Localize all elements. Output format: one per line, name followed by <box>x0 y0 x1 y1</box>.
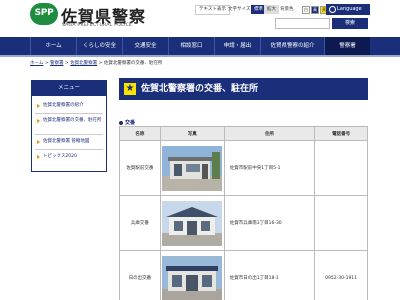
station-photo <box>162 145 223 191</box>
breadcrumb-current: 佐賀北警察署の交番、駐在所 <box>103 61 163 66</box>
table-row: 日の出交番 佐賀市日の出1丁目18-1 0952-30-1911 <box>119 250 368 300</box>
column-header-phone: 電話番号 <box>314 126 368 141</box>
site-header: SPP 佐賀県警察 SAGA PREFECTURAL POLICE テキスト表示… <box>0 0 400 36</box>
star-icon: ★ <box>124 83 136 95</box>
koban-table: 名称 写真 住所 電話番号 佐賀駅前交番 佐賀市駅前中央1丁目5-1 兵庫交番 … <box>119 126 368 300</box>
sidebar-divider <box>35 134 103 135</box>
section-heading: 交番 <box>119 119 135 126</box>
column-header-address: 住所 <box>223 126 316 141</box>
sidebar-menu: メニュー 佐賀北警察署の紹介 佐賀北警察署の交番、駐在所 佐賀北警察署 管轄地図… <box>31 80 107 172</box>
sidebar-item-label: 佐賀北警察署の紹介 <box>43 103 84 108</box>
nav-underline <box>0 55 400 57</box>
station-phone <box>314 195 368 251</box>
nav-item-home[interactable]: ホーム <box>30 37 76 55</box>
table-header-row: 名称 写真 住所 電話番号 <box>119 126 368 141</box>
column-header-name: 名称 <box>119 126 161 141</box>
table-row: 佐賀駅前交番 佐賀市駅前中央1丁目5-1 <box>119 140 368 196</box>
page-title-banner: ★ 佐賀北警察署の交番、駐在所 <box>119 78 368 100</box>
logo-text: SPP <box>34 8 54 18</box>
breadcrumb-home[interactable]: ホーム <box>30 61 43 66</box>
text-mode-link[interactable]: テキスト表示 <box>195 5 230 15</box>
station-name: 兵庫交番 <box>119 195 161 251</box>
arrow-icon <box>37 119 40 123</box>
site-subtitle: SAGA PREFECTURAL POLICE <box>62 23 133 28</box>
search-input[interactable] <box>275 18 330 29</box>
station-photo-cell <box>159 250 225 300</box>
station-photo <box>162 200 223 246</box>
font-size-large-button[interactable]: 拡大 <box>264 5 279 14</box>
station-phone: 0952-30-1911 <box>314 250 368 300</box>
page-title: 佐賀北警察署の交番、駐在所 <box>141 84 259 94</box>
breadcrumb-separator: > <box>98 61 103 66</box>
column-header-photo: 写真 <box>159 126 225 141</box>
nav-item-traffic[interactable]: 交通安全 <box>122 37 168 55</box>
bg-color-label: 背景色 <box>280 7 294 12</box>
sidebar-item-label: 佐賀北警察署の交番、駐在所 <box>43 118 102 123</box>
breadcrumb-separator: > <box>64 61 69 66</box>
station-address: 佐賀市日の出1丁目18-1 <box>223 250 316 300</box>
nav-item-about[interactable]: 佐賀県警察の紹介 <box>260 37 324 55</box>
globe-icon <box>329 6 336 13</box>
station-address: 佐賀市兵庫南3丁目16-30 <box>223 195 316 251</box>
global-nav: ホーム くらしの安全 交通安全 相談窓口 申請・届出 佐賀県警察の紹介 警察署 <box>0 37 400 55</box>
sidebar-item-kobans[interactable]: 佐賀北警察署の交番、駐在所 <box>35 118 103 124</box>
station-photo <box>162 255 223 300</box>
nav-item-safety[interactable]: くらしの安全 <box>76 37 122 55</box>
sidebar-item-jurisdiction-map[interactable]: 佐賀北警察署 管轄地図 <box>35 139 103 145</box>
breadcrumb-saga-north[interactable]: 佐賀北警察署 <box>70 61 97 66</box>
breadcrumb: ホーム > 警察署 > 佐賀北警察署 > 佐賀北警察署の交番、駐在所 <box>30 60 162 66</box>
font-size-label: 文字サイズ <box>228 7 251 12</box>
station-address: 佐賀市駅前中央1丁目5-1 <box>223 140 316 196</box>
sidebar-title: メニュー <box>32 81 106 96</box>
station-phone <box>314 140 368 196</box>
language-label: Language <box>337 6 362 12</box>
sidebar-item-label: トピックス2020 <box>43 154 77 159</box>
arrow-icon <box>37 104 40 108</box>
search-button[interactable]: 検索 <box>332 18 368 29</box>
police-logo[interactable]: SPP <box>30 3 58 25</box>
sidebar-item-introduction[interactable]: 佐賀北警察署の紹介 <box>35 103 103 109</box>
sidebar-divider <box>35 113 103 114</box>
arrow-icon <box>37 140 40 144</box>
breadcrumb-separator: > <box>44 61 49 66</box>
nav-item-applications[interactable]: 申請・届出 <box>214 37 260 55</box>
bg-blue-swatch[interactable]: 青 <box>311 6 319 14</box>
breadcrumb-stations[interactable]: 警察署 <box>50 61 64 66</box>
sidebar-item-topics-2020[interactable]: トピックス2020 <box>35 154 103 160</box>
nav-item-consultation[interactable]: 相談窓口 <box>168 37 214 55</box>
bg-white-swatch[interactable]: 白 <box>302 6 310 14</box>
sidebar-divider <box>35 149 103 150</box>
arrow-icon <box>37 155 40 159</box>
station-photo-cell <box>159 195 225 251</box>
station-name: 日の出交番 <box>119 250 161 300</box>
table-row: 兵庫交番 佐賀市兵庫南3丁目16-30 <box>119 195 368 251</box>
station-photo-cell <box>159 140 225 196</box>
nav-item-police-stations[interactable]: 警察署 <box>324 37 370 55</box>
language-button[interactable]: Language <box>326 4 370 15</box>
station-name: 佐賀駅前交番 <box>119 140 161 196</box>
sidebar-item-label: 佐賀北警察署 管轄地図 <box>43 139 90 144</box>
